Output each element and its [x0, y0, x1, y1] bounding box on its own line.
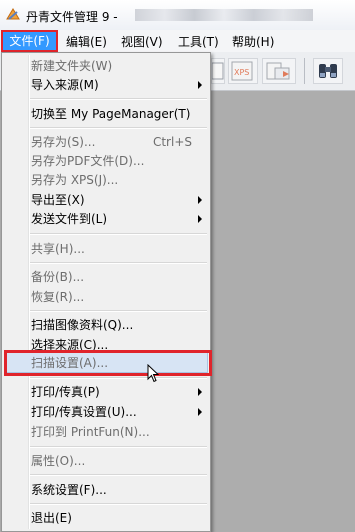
menu-separator [30, 262, 207, 264]
xps-icon-label: XPS [234, 68, 249, 77]
menu-item-label: 新建文件夹(W) [31, 59, 113, 73]
menu-item-label: 另存为PDF文件(D)... [31, 154, 145, 168]
scan-settings-annotation-box [4, 350, 212, 376]
menu-item-label: 发送文件到(L) [31, 212, 108, 226]
menu-item-restore[interactable]: 恢复(R)... [31, 288, 204, 306]
menu-item-share[interactable]: 共享(H)... [31, 240, 204, 258]
menu-item-new-folder[interactable]: 新建文件夹(W) [31, 57, 204, 75]
xps-icon[interactable]: XPS [228, 58, 258, 84]
menu-separator [30, 446, 207, 448]
menu-item-send-file-to[interactable]: 发送文件到(L) [31, 210, 204, 228]
menu-item-save-as-pdf[interactable]: 另存为PDF文件(D)... [31, 152, 204, 170]
menu-item-label: 另存为(S)... [31, 135, 96, 149]
menu-item-label: 系统设置(F)... [31, 483, 107, 497]
menu-edit[interactable]: 编辑(E) [66, 33, 107, 50]
menu-item-label: 恢复(R)... [31, 290, 85, 304]
menu-item-label: 导入来源(M) [31, 78, 99, 92]
menu-item-print-to-printfun[interactable]: 打印到 PrintFun(N)... [31, 423, 204, 441]
document-icon[interactable] [211, 58, 225, 84]
menu-item-label: 打印/传真设置(U)... [31, 405, 137, 419]
menu-item-label: 打印/传真(P) [31, 385, 100, 399]
menu-item-label: 导出至(X) [31, 193, 85, 207]
submenu-arrow-icon [198, 408, 202, 416]
binoculars-icon[interactable] [313, 58, 343, 84]
menu-item-label: 打印到 PrintFun(N)... [31, 425, 150, 439]
title-bar: 丹青文件管理 9 - [0, 0, 355, 30]
menu-item-save-as-xps[interactable]: 另存为 XPS(J)... [31, 171, 204, 189]
menu-item-label: 另存为 XPS(J)... [31, 173, 119, 187]
menu-item-scan-images[interactable]: 扫描图像资料(Q)... [31, 316, 204, 334]
menu-separator [30, 503, 207, 505]
export-icon[interactable] [262, 58, 296, 84]
submenu-arrow-icon [198, 196, 202, 204]
submenu-arrow-icon [198, 215, 202, 223]
menu-item-switch-pagemanager[interactable]: 切换至 My PageManager(T) [31, 105, 204, 123]
menu-item-label: 属性(O)... [31, 454, 86, 468]
menu-item-print-fax[interactable]: 打印/传真(P) [31, 383, 204, 401]
menu-view[interactable]: 视图(V) [121, 33, 163, 50]
submenu-arrow-icon [198, 388, 202, 396]
menu-item-label: 扫描图像资料(Q)... [31, 318, 134, 332]
window-title: 丹青文件管理 9 - [26, 10, 118, 24]
menu-separator [30, 233, 207, 235]
menu-item-label: 备份(B)... [31, 270, 85, 284]
menu-separator [30, 377, 207, 379]
app-icon [6, 8, 20, 20]
menu-help[interactable]: 帮助(H) [232, 33, 274, 50]
menu-item-label: 共享(H)... [31, 242, 85, 256]
menu-item-print-fax-settings[interactable]: 打印/传真设置(U)... [31, 403, 204, 421]
menu-separator [30, 127, 207, 129]
menu-item-shortcut: Ctrl+S [152, 135, 192, 149]
menu-separator [30, 98, 207, 100]
menu-item-exit[interactable]: 退出(E) [31, 509, 204, 527]
menu-item-label: 退出(E) [31, 511, 72, 525]
menu-item-label: 切换至 My PageManager(T) [31, 107, 191, 121]
menu-item-system-settings[interactable]: 系统设置(F)... [31, 481, 204, 499]
file-menu-annotation-box [1, 30, 58, 52]
menu-item-properties[interactable]: 属性(O)... [31, 452, 204, 470]
menu-item-backup[interactable]: 备份(B)... [31, 268, 204, 286]
menu-tools[interactable]: 工具(T) [178, 33, 219, 50]
menu-item-export-to[interactable]: 导出至(X) [31, 191, 204, 209]
menu-item-save-as[interactable]: 另存为(S)... Ctrl+S [31, 133, 204, 151]
file-menu-dropdown: 新建文件夹(W) 导入来源(M) 切换至 My PageManager(T) 另… [1, 52, 211, 532]
redacted-title-region [135, 9, 313, 21]
menu-item-import-source[interactable]: 导入来源(M) [31, 76, 204, 94]
toolbar-separator [304, 58, 305, 84]
mouse-cursor-icon [147, 364, 159, 383]
menu-separator [30, 310, 207, 312]
submenu-arrow-icon [198, 81, 202, 89]
menu-separator [30, 474, 207, 476]
